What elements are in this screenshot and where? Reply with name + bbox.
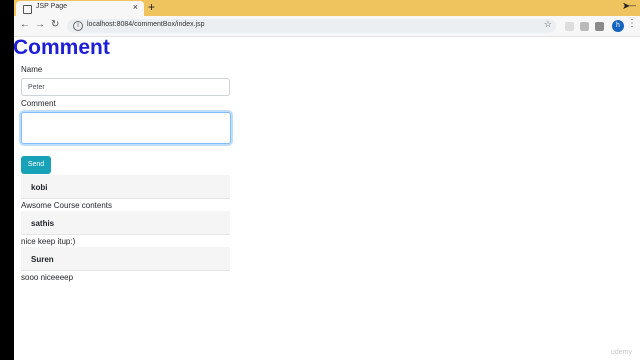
minimize-icon[interactable]: — — [627, 0, 636, 10]
comment-author-header: Suren — [21, 247, 230, 271]
name-label: Name — [21, 65, 43, 74]
comment-textarea[interactable] — [21, 112, 231, 144]
bookmark-star-icon[interactable]: ☆ — [544, 19, 552, 30]
back-icon[interactable]: ← — [20, 19, 30, 30]
puzzle-icon[interactable] — [595, 22, 604, 31]
extension-icon[interactable] — [580, 22, 589, 31]
comment-label: Comment — [21, 99, 56, 108]
page-title: Comment — [14, 36, 110, 59]
menu-icon[interactable]: ⋮ — [627, 18, 637, 29]
comment-text: Awsome Course contents — [21, 201, 113, 210]
url-text: localhost:8084/commentBox/index.jsp — [87, 21, 205, 28]
address-bar[interactable]: i localhost:8084/commentBox/index.jsp ☆ — [67, 19, 556, 33]
forward-icon[interactable]: → — [35, 19, 45, 30]
page-icon — [23, 5, 32, 14]
new-tab-icon[interactable]: + — [148, 0, 155, 14]
comment-text: nice keep itup:) — [21, 237, 76, 246]
name-input[interactable]: Peter — [21, 78, 230, 96]
reload-icon[interactable]: ↻ — [51, 19, 59, 30]
comment-author: Suren — [31, 255, 54, 264]
tab-title: JSP Page — [36, 3, 68, 10]
comment-author: kobi — [31, 183, 48, 192]
title-bar: JSP Page × + ➤ — — [14, 0, 640, 16]
comment-author-header: sathis — [21, 211, 230, 235]
comment-author: sathis — [31, 219, 55, 228]
comment-text: sooo niceeeep — [21, 273, 74, 282]
watermark: udemy — [610, 349, 632, 356]
browser-tab[interactable]: JSP Page × — [16, 1, 144, 16]
page-content: Comment Name Peter Comment Send kobi Aws… — [14, 36, 640, 360]
close-tab-icon[interactable]: × — [133, 2, 138, 12]
browser-window: JSP Page × + ➤ — ← → ↻ i localhost:8084/… — [14, 0, 640, 360]
extension-icon[interactable] — [565, 22, 574, 31]
browser-toolbar: ← → ↻ i localhost:8084/commentBox/index.… — [14, 16, 640, 37]
name-value: Peter — [28, 84, 45, 91]
info-icon[interactable]: i — [73, 21, 83, 31]
comment-author-header: kobi — [21, 175, 230, 199]
profile-avatar[interactable]: h — [612, 20, 624, 32]
send-button[interactable]: Send — [21, 156, 51, 174]
